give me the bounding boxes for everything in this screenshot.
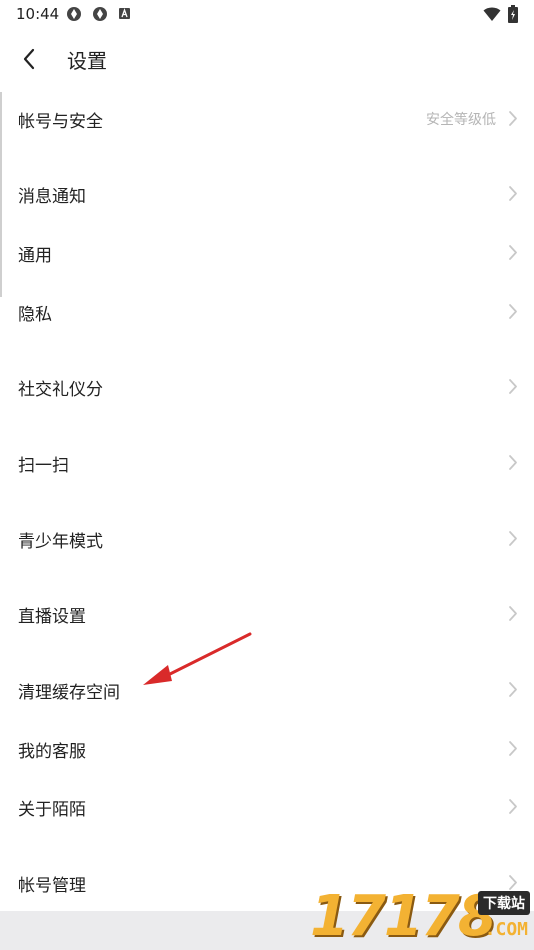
watermark-badge: 下载站 [478,891,530,915]
row-label: 扫一扫 [18,456,69,476]
row-label: 帐号与安全 [18,112,103,132]
chevron-right-icon [509,741,517,756]
row-label: 通用 [18,246,52,266]
chevron-right-icon [509,111,517,126]
status-time: 10:44 [16,5,60,23]
row-privacy[interactable]: 隐私 [0,288,534,336]
row-label: 帐号管理 [18,876,86,896]
security-level-value: 安全等级低 [426,112,496,128]
row-label: 直播设置 [18,607,86,627]
chevron-right-icon [509,531,517,546]
back-button[interactable] [14,44,44,74]
row-general[interactable]: 通用 [0,229,534,277]
wifi-icon [483,7,501,21]
watermark-digits: 17178 [310,884,497,949]
watermark-suffix: .COM [484,919,528,940]
header: 设置 [0,32,534,84]
chevron-right-icon [509,682,517,697]
row-scan[interactable]: 扫一扫 [0,439,534,487]
row-customer-service[interactable]: 我的客服 [0,725,534,773]
battery-icon [508,5,518,23]
chevron-left-icon [23,48,35,70]
font-notification-icon [119,8,130,19]
row-label: 清理缓存空间 [18,683,120,703]
chevron-right-icon [509,606,517,621]
row-label: 我的客服 [18,742,86,762]
row-account-security[interactable]: 帐号与安全 安全等级低 [0,95,534,143]
row-live-settings[interactable]: 直播设置 [0,590,534,638]
row-social-etiquette-score[interactable]: 社交礼仪分 [0,363,534,411]
row-label: 消息通知 [18,187,86,207]
chevron-right-icon [509,304,517,319]
app-notification-icon [93,7,107,21]
row-label: 社交礼仪分 [18,380,103,400]
row-youth-mode[interactable]: 青少年模式 [0,515,534,563]
row-clear-cache[interactable]: 清理缓存空间 [0,666,534,714]
row-label: 隐私 [18,305,52,325]
row-about[interactable]: 关于陌陌 [0,783,534,831]
row-label: 青少年模式 [18,532,103,552]
row-notifications[interactable]: 消息通知 [0,170,534,218]
row-label: 关于陌陌 [18,800,86,820]
chevron-right-icon [509,379,517,394]
watermark-logo: 17178 下载站 .COM [310,883,534,950]
status-bar: 10:44 [0,0,534,30]
chevron-right-icon [509,186,517,201]
chevron-right-icon [509,455,517,470]
page-title: 设置 [67,49,107,73]
chevron-right-icon [509,799,517,814]
chevron-right-icon [509,245,517,260]
app-notification-icon [67,7,81,21]
